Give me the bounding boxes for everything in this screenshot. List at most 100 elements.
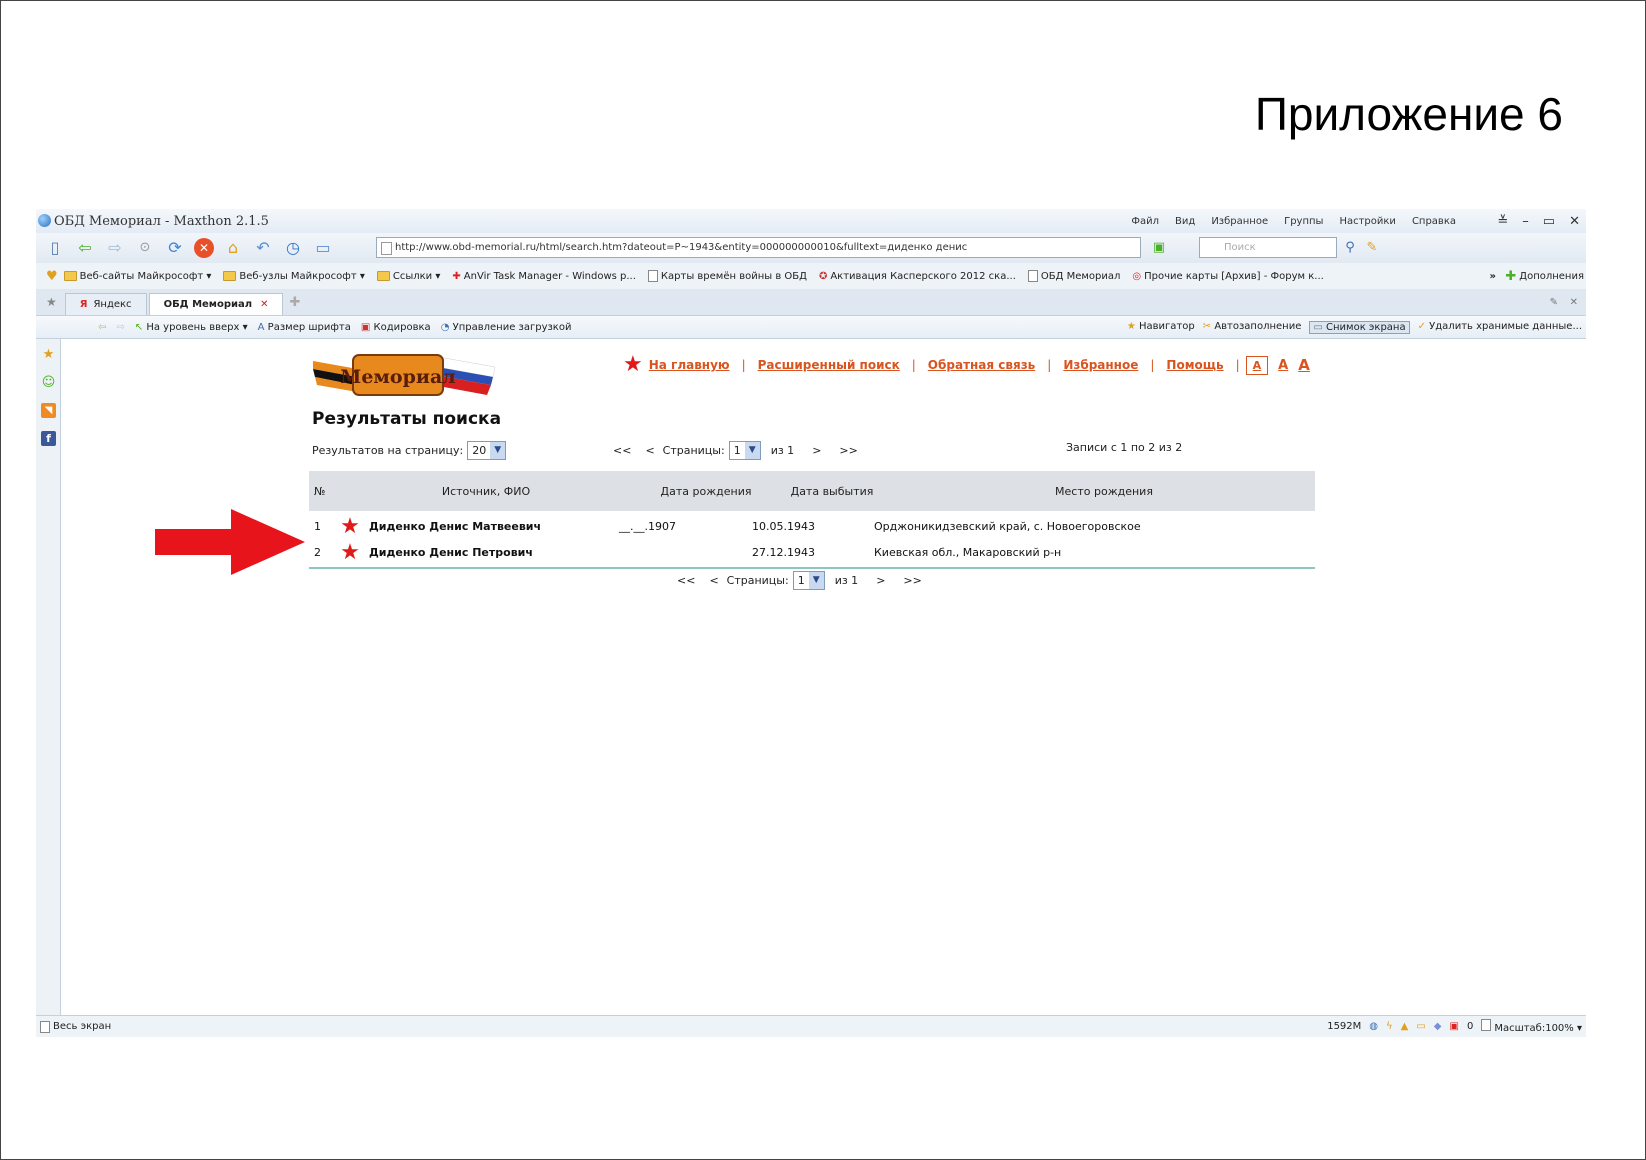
menu-settings[interactable]: Настройки <box>1339 216 1395 227</box>
nav-advanced-search-link[interactable]: Расширенный поиск <box>758 358 900 372</box>
tab-obd-memorial[interactable]: ОБД Мемориал ✕ <box>148 293 284 315</box>
refresh-icon[interactable]: ⟳ <box>164 237 186 259</box>
menu-view[interactable]: Вид <box>1175 216 1195 227</box>
menu-favorites[interactable]: Избранное <box>1211 216 1268 227</box>
forward-icon[interactable]: ⇨ <box>104 237 126 259</box>
main-toolbar: ▯ ⇦ ⇨ ⊙ ⟳ ✕ ⌂ ↶ ◷ ▭ http://www.obd-memor… <box>36 233 1586 263</box>
menu-help[interactable]: Справка <box>1412 216 1456 227</box>
pager-first[interactable]: << <box>677 574 695 587</box>
pager-prev[interactable]: < <box>645 444 654 457</box>
back-small-icon[interactable]: ⇦ <box>98 322 106 333</box>
facebook-icon[interactable]: f <box>41 431 56 446</box>
go-icon[interactable]: ▣ <box>1148 237 1170 259</box>
memory-readout: 1592M <box>1327 1021 1362 1032</box>
favorites-icon[interactable]: ♥ <box>46 269 58 284</box>
font-size-large-button[interactable]: A <box>1298 356 1310 374</box>
restore-button[interactable]: ▭ <box>1543 214 1555 229</box>
pager-next[interactable]: > <box>812 444 821 457</box>
navigator-button[interactable]: ★ Навигатор <box>1127 321 1195 334</box>
nav-separator: | <box>911 358 916 372</box>
logo-text: Мемориал <box>340 366 455 388</box>
nav-help-link[interactable]: Помощь <box>1166 358 1223 372</box>
pager-last[interactable]: >> <box>839 444 857 457</box>
back-icon[interactable]: ⇦ <box>74 237 96 259</box>
favorite-item[interactable]: Веб-сайты Майкрософт ▾ <box>63 271 211 282</box>
pager-prev[interactable]: < <box>709 574 718 587</box>
table-row[interactable]: 2 ★ Диденко Денис Петрович 27.12.1943 Ки… <box>309 539 1315 565</box>
nav-home-link[interactable]: На главную <box>649 358 730 372</box>
chevron-down-icon: ▼ <box>490 442 506 459</box>
menu-groups[interactable]: Группы <box>1284 216 1323 227</box>
nav-separator: | <box>1235 358 1240 372</box>
more-chevron-icon[interactable]: » <box>1490 271 1496 282</box>
favorite-item[interactable]: Ссылки ▾ <box>376 271 440 282</box>
stop-icon[interactable]: ✕ <box>194 238 214 258</box>
new-page-icon[interactable]: ▯ <box>44 237 66 259</box>
font-size-small-button[interactable]: A <box>1245 355 1269 375</box>
browser-window: ОБД Мемориал - Maxthon 2.1.5 Файл Вид Из… <box>36 209 1586 1085</box>
person-name-link[interactable]: Диденко Денис Петрович <box>369 546 619 559</box>
lightning-icon[interactable]: ϟ <box>1386 1021 1393 1032</box>
favorites-star-icon[interactable]: ★ <box>41 347 56 362</box>
zoom-control[interactable]: Масштаб:100% ▾ <box>1481 1019 1582 1034</box>
search-input[interactable]: Поиск <box>1199 237 1337 258</box>
address-bar[interactable]: http://www.obd-memorial.ru/html/search.h… <box>376 237 1141 258</box>
undo-close-icon[interactable]: ↶ <box>252 237 274 259</box>
favorite-item[interactable]: ОБД Мемориал <box>1027 270 1120 282</box>
favorite-item[interactable]: Веб-узлы Майкрософт ▾ <box>223 271 365 282</box>
download-manager-button[interactable]: ◔ Управление загрузкой <box>441 322 572 333</box>
pager-last[interactable]: >> <box>903 574 921 587</box>
tools-icon[interactable]: ✎ <box>1550 297 1558 308</box>
close-button[interactable]: ✕ <box>1569 214 1580 229</box>
page-select[interactable]: 1 ▼ <box>728 441 761 460</box>
forward-small-icon[interactable]: ⇨ <box>116 322 124 333</box>
history-dropdown-icon[interactable]: ⊙ <box>134 237 156 259</box>
pager-first[interactable]: << <box>613 444 631 457</box>
folder-status-icon[interactable]: ▭ <box>1416 1021 1425 1032</box>
nav-toolbar: ⇦ ⇨ ↖ На уровень вверх ▾ A Размер шрифта… <box>36 315 1586 339</box>
network-icon[interactable]: ◍ <box>1369 1021 1378 1032</box>
bookmark-icon[interactable]: ▲ <box>1401 1021 1409 1032</box>
pager-next[interactable]: > <box>876 574 885 587</box>
page-content: Мемориал ★ На главную | Расширенный поис… <box>61 339 1586 1021</box>
minimize-button[interactable]: – <box>1522 214 1529 229</box>
home-icon[interactable]: ⌂ <box>222 237 244 259</box>
favorite-item[interactable]: ◎ Прочие карты [Архив] - Форум к... <box>1132 271 1323 282</box>
close-tab-icon[interactable]: ✕ <box>260 299 268 310</box>
nav-feedback-link[interactable]: Обратная связь <box>928 358 1035 372</box>
tab-yandex[interactable]: Я Яндекс <box>64 293 147 315</box>
favorite-item[interactable]: ✪ Активация Касперского 2012 ска... <box>819 271 1016 282</box>
favorite-item[interactable]: ✚ AnVir Task Manager - Windows p... <box>452 271 636 282</box>
slide: Приложение 6 ОБД Мемориал - Maxthon 2.1.… <box>0 0 1646 1160</box>
per-page-select[interactable]: 20 ▼ <box>467 441 507 460</box>
popup-blocker-icon[interactable]: ▣ <box>1449 1021 1458 1032</box>
memorial-logo[interactable]: Мемориал <box>309 349 499 401</box>
favorite-item[interactable]: Карты времён войны в ОБД <box>647 270 807 282</box>
highlight-icon[interactable]: ✎ <box>1361 237 1383 259</box>
new-tab-icon[interactable]: ✚ <box>289 295 300 310</box>
font-size-button[interactable]: A Размер шрифта <box>258 322 351 333</box>
col-source-name: Источник, ФИО <box>441 484 531 498</box>
user-icon[interactable]: ☺ <box>41 375 56 390</box>
nav-up-button[interactable]: ↖ На уровень вверх ▾ <box>135 322 248 333</box>
dropdown-icon[interactable]: ≚ <box>1497 214 1508 229</box>
star-icon[interactable]: ★ <box>46 295 57 309</box>
rss-icon[interactable]: ◥ <box>41 403 56 418</box>
layers-icon[interactable]: ◆ <box>1434 1021 1442 1032</box>
nav-favorites-link[interactable]: Избранное <box>1063 358 1138 372</box>
search-icon[interactable]: ⚲ <box>1339 237 1361 259</box>
page-select[interactable]: 1 ▼ <box>792 571 825 590</box>
table-row[interactable]: 1 ★ Диденко Денис Матвеевич __.__.1907 1… <box>309 513 1315 539</box>
clock-icon[interactable]: ◷ <box>282 237 304 259</box>
addons-button[interactable]: ✚ Дополнения <box>1505 269 1584 284</box>
person-name-link[interactable]: Диденко Денис Матвеевич <box>369 520 619 533</box>
close-all-icon[interactable]: ✕ <box>1570 297 1578 308</box>
autofill-button[interactable]: ✂ Автозаполнение <box>1203 321 1302 334</box>
font-size-medium-button[interactable]: A <box>1278 358 1288 373</box>
fullscreen-button[interactable]: Весь экран <box>40 1020 111 1033</box>
clear-data-button[interactable]: ✓ Удалить хранимые данные... <box>1418 321 1582 334</box>
screen-icon[interactable]: ▭ <box>312 237 334 259</box>
screenshot-button[interactable]: ▭ Снимок экрана <box>1309 320 1410 334</box>
encoding-button[interactable]: ▣ Кодировка <box>361 322 431 333</box>
menu-file[interactable]: Файл <box>1131 216 1159 227</box>
